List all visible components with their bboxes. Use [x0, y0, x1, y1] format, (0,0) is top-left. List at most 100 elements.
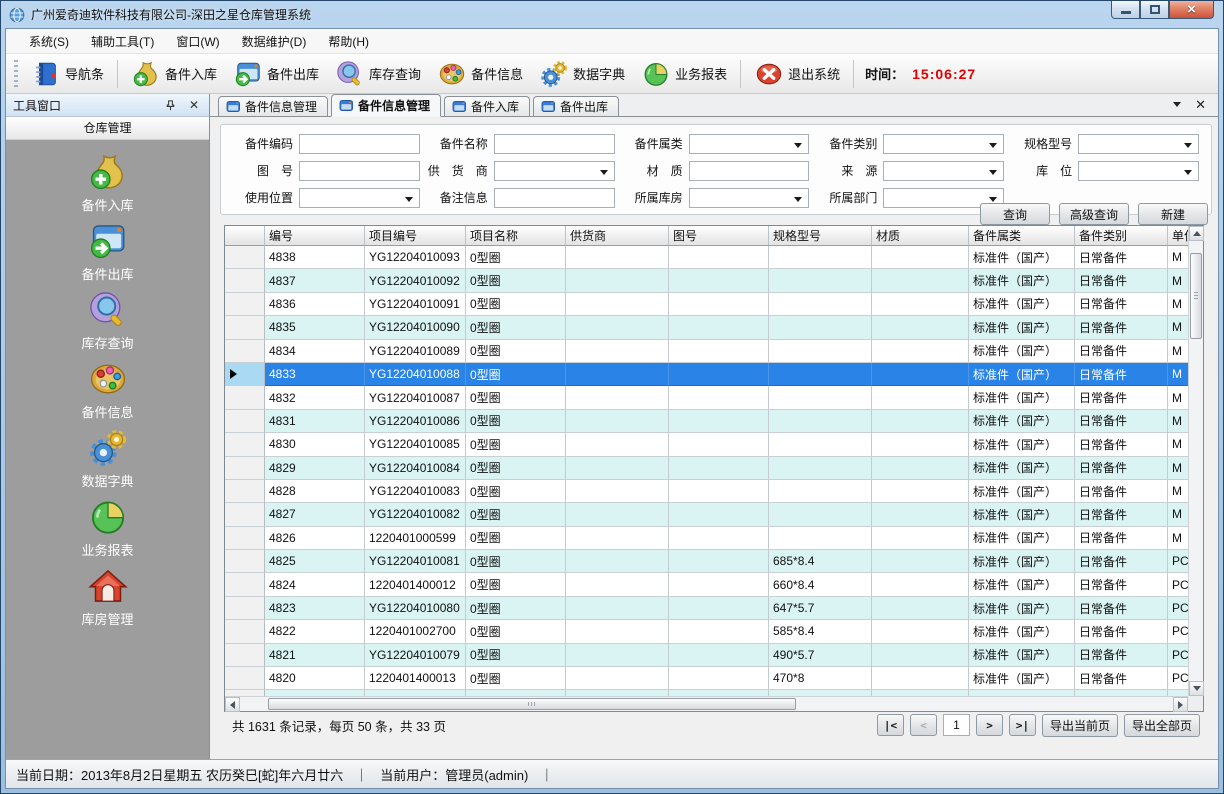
query-button[interactable]: 查询: [980, 203, 1050, 225]
last-page-button[interactable]: >|: [1009, 714, 1036, 736]
table-row[interactable]: 4823YG122040100800型圈647*5.7标准件（国产）日常备件PC: [225, 597, 1188, 620]
toolbar-button-report[interactable]: 业务报表: [633, 57, 735, 91]
table-cell: 0型圈: [466, 527, 566, 550]
search-select[interactable]: [299, 188, 420, 208]
vertical-scroll-track[interactable]: [1189, 241, 1203, 681]
sidebar-item-data-dict[interactable]: 数据字典: [43, 427, 173, 493]
scroll-up-arrow[interactable]: [1189, 226, 1204, 241]
table-row[interactable]: 482412204014000120型圈660*8.4标准件（国产）日常备件PC: [225, 573, 1188, 596]
toolbar-grip[interactable]: [14, 60, 18, 88]
table-row[interactable]: 4836YG122040100910型圈标准件（国产）日常备件M: [225, 293, 1188, 316]
column-header[interactable]: 项目名称: [466, 226, 566, 246]
toolbar-button-label: 备件信息: [471, 64, 523, 83]
column-header[interactable]: 图号: [669, 226, 769, 246]
table-row[interactable]: 482612204010005990型圈标准件（国产）日常备件M: [225, 527, 1188, 550]
table-cell: 标准件（国产）: [969, 410, 1075, 433]
column-header[interactable]: 规格型号: [769, 226, 872, 246]
row-indicator: [225, 503, 265, 526]
table-row[interactable]: 4835YG122040100900型圈标准件（国产）日常备件M: [225, 316, 1188, 339]
table-cell: [872, 433, 969, 456]
table-row[interactable]: 4832YG122040100870型圈标准件（国产）日常备件M: [225, 386, 1188, 409]
table-row[interactable]: 4829YG122040100840型圈标准件（国产）日常备件M: [225, 457, 1188, 480]
column-header[interactable]: 供货商: [566, 226, 669, 246]
search-field-label: 备件类别: [817, 135, 877, 152]
table-row[interactable]: 4828YG122040100830型圈标准件（国产）日常备件M: [225, 480, 1188, 503]
table-cell: YG12204010084: [365, 457, 466, 480]
tab-1[interactable]: 备件信息管理: [331, 94, 441, 117]
search-select[interactable]: [883, 161, 1004, 181]
tab-3[interactable]: 备件出库: [533, 96, 619, 116]
horizontal-scrollbar[interactable]: [225, 696, 1188, 711]
column-header[interactable]: 项目编号: [365, 226, 466, 246]
pin-icon[interactable]: [162, 97, 178, 113]
search-input[interactable]: [494, 134, 615, 154]
table-row[interactable]: 4834YG122040100890型圈标准件（国产）日常备件M: [225, 340, 1188, 363]
column-header[interactable]: 备件类别: [1075, 226, 1168, 246]
table-row[interactable]: 4838YG122040100930型圈标准件（国产）日常备件M: [225, 246, 1188, 269]
search-select[interactable]: [494, 161, 615, 181]
scroll-down-arrow[interactable]: [1189, 681, 1204, 696]
toolbar-button-parts-info[interactable]: 备件信息: [429, 57, 531, 91]
export-current-page-button[interactable]: 导出当前页: [1042, 714, 1118, 737]
toolbar-button-stock-query[interactable]: 库存查询: [327, 57, 429, 91]
column-header[interactable]: 单位: [1168, 226, 1188, 246]
search-input[interactable]: [494, 188, 615, 208]
prev-page-button[interactable]: <: [910, 714, 937, 736]
horizontal-scroll-track[interactable]: [240, 697, 1173, 711]
table-row[interactable]: 4825YG122040100810型圈685*8.4标准件（国产）日常备件PC: [225, 550, 1188, 573]
table-row[interactable]: 482212204010027000型圈585*8.4标准件（国产）日常备件PC: [225, 620, 1188, 643]
menu-item-2[interactable]: 窗口(W): [165, 29, 230, 54]
table-row[interactable]: 4827YG122040100820型圈标准件（国产）日常备件M: [225, 503, 1188, 526]
search-select[interactable]: [1078, 134, 1199, 154]
advanced-query-button[interactable]: 高级查询: [1059, 203, 1129, 225]
search-select[interactable]: [689, 134, 810, 154]
tab-2[interactable]: 备件入库: [444, 96, 530, 116]
toolbar-button-data-dict[interactable]: 数据字典: [531, 57, 633, 91]
sidebar-item-warehouse[interactable]: 库房管理: [43, 565, 173, 631]
search-select[interactable]: [689, 188, 810, 208]
search-input[interactable]: [299, 161, 420, 181]
table-row[interactable]: 482012204014000130型圈470*8标准件（国产）日常备件PC: [225, 667, 1188, 690]
table-row[interactable]: 4831YG122040100860型圈标准件（国产）日常备件M: [225, 410, 1188, 433]
menu-item-1[interactable]: 辅助工具(T): [80, 29, 165, 54]
sidebar-item-parts-in[interactable]: 备件入库: [43, 151, 173, 217]
toolbar-button-exit[interactable]: 退出系统: [746, 57, 848, 91]
first-page-button[interactable]: |<: [877, 714, 904, 736]
table-row[interactable]: 4821YG122040100790型圈490*5.7标准件（国产）日常备件PC: [225, 644, 1188, 667]
search-select[interactable]: [883, 134, 1004, 154]
tab-0[interactable]: 备件信息管理: [218, 96, 328, 116]
menu-item-3[interactable]: 数据维护(D): [231, 29, 318, 54]
table-row[interactable]: 4833YG122040100880型圈标准件（国产）日常备件M: [225, 363, 1188, 386]
search-select[interactable]: [1078, 161, 1199, 181]
panel-close-icon[interactable]: ✕: [186, 97, 202, 113]
search-input[interactable]: [299, 134, 420, 154]
menu-item-0[interactable]: 系统(S): [18, 29, 80, 54]
table-row[interactable]: 4830YG122040100850型圈标准件（国产）日常备件M: [225, 433, 1188, 456]
menu-item-4[interactable]: 帮助(H): [317, 29, 380, 54]
column-header[interactable]: 备件属类: [969, 226, 1075, 246]
maximize-button[interactable]: [1140, 0, 1169, 19]
tab-close-icon[interactable]: ✕: [1195, 98, 1206, 111]
new-button[interactable]: 新建: [1138, 203, 1208, 225]
sidebar-item-report[interactable]: 业务报表: [43, 496, 173, 562]
next-page-button[interactable]: >: [976, 714, 1003, 736]
table-cell: 标准件（国产）: [969, 386, 1075, 409]
sidebar-item-parts-out[interactable]: 备件出库: [43, 220, 173, 286]
toolbar-button-parts-in[interactable]: 备件入库: [123, 57, 225, 91]
column-header[interactable]: 材质: [872, 226, 969, 246]
sidebar-item-stock-query[interactable]: 库存查询: [43, 289, 173, 355]
sidebar-item-parts-info[interactable]: 备件信息: [43, 358, 173, 424]
search-input[interactable]: [689, 161, 810, 181]
close-button[interactable]: ×: [1169, 0, 1214, 19]
export-all-pages-button[interactable]: 导出全部页: [1124, 714, 1200, 737]
toolbar-button-navbar[interactable]: 导航条: [23, 57, 112, 91]
column-header[interactable]: 编号: [265, 226, 365, 246]
minimize-button[interactable]: [1111, 0, 1140, 19]
toolbar-button-parts-out[interactable]: 备件出库: [225, 57, 327, 91]
tab-list-chevron-icon[interactable]: [1173, 102, 1181, 111]
vertical-scrollbar[interactable]: [1188, 226, 1203, 696]
vertical-scroll-thumb[interactable]: [1190, 253, 1202, 339]
page-number-box[interactable]: 1: [943, 714, 970, 736]
horizontal-scroll-thumb[interactable]: [268, 698, 796, 710]
table-row[interactable]: 4837YG122040100920型圈标准件（国产）日常备件M: [225, 269, 1188, 292]
